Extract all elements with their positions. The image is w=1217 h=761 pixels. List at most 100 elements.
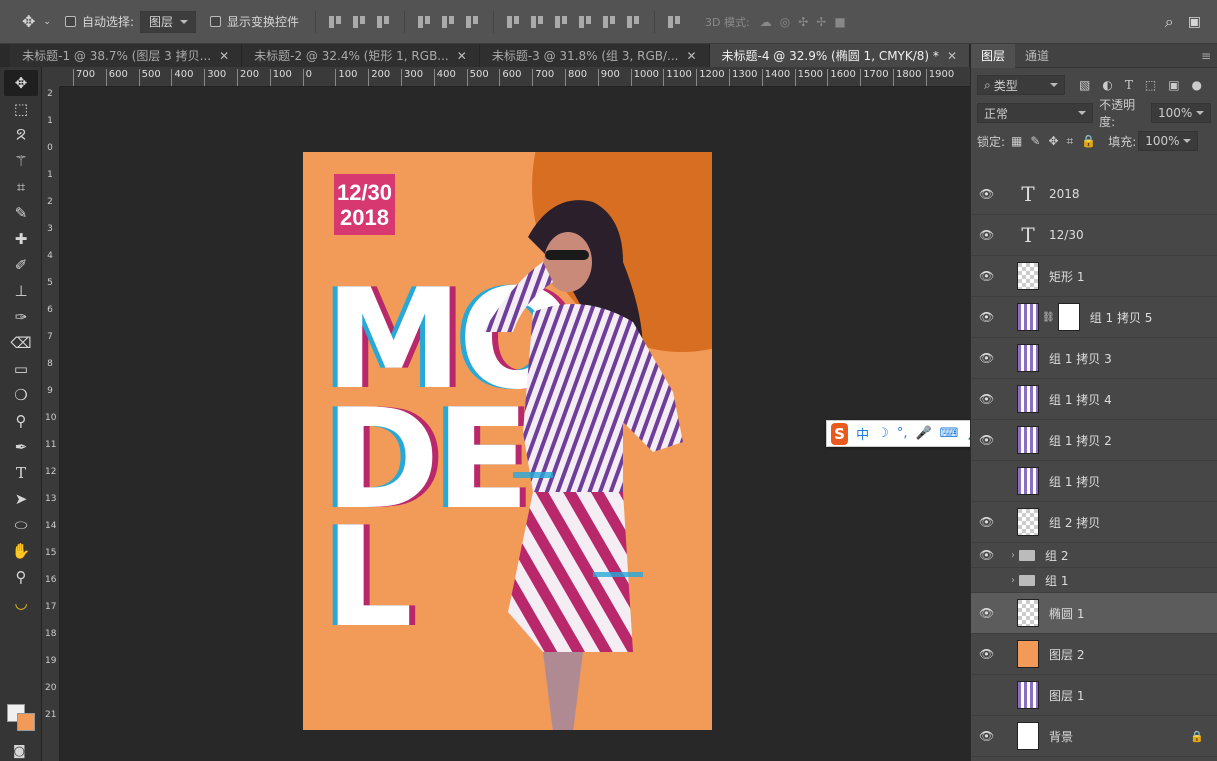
tab-channels[interactable]: 通道 [1015, 44, 1059, 68]
eye-icon[interactable]: 👁 [979, 269, 1001, 283]
keyboard-icon[interactable]: ⌨ [940, 426, 959, 441]
video-3d-icon[interactable]: ■ [834, 15, 845, 29]
magic-wand-tool[interactable]: ⚚ [4, 148, 38, 174]
history-brush-tool[interactable]: ✑ [4, 304, 38, 330]
eye-icon[interactable]: 👁 [979, 647, 1001, 661]
filter-adjustment-icon[interactable]: ◐ [1102, 78, 1112, 92]
zoom-tool[interactable]: ⚲ [4, 564, 38, 590]
lock-image-icon[interactable]: ✎ [1030, 134, 1040, 148]
align-top-icon[interactable] [327, 13, 345, 31]
path-select-tool[interactable]: ➤ [4, 486, 38, 512]
slide-3d-icon[interactable]: ✢ [816, 15, 826, 29]
filter-type-icon[interactable]: T [1125, 78, 1133, 92]
layer-row[interactable]: 👁 椭圆 1 [971, 593, 1217, 634]
lock-transparent-icon[interactable]: ▦ [1011, 134, 1022, 148]
layer-row[interactable]: 👁 组 1 拷贝 2 [971, 420, 1217, 461]
lasso-tool[interactable]: ᘝ [4, 122, 38, 148]
stamp-tool[interactable]: ⊥ [4, 278, 38, 304]
filter-pixel-icon[interactable]: ▧ [1079, 78, 1090, 92]
eye-icon[interactable]: 👁 [979, 392, 1001, 406]
distribute-hcenter-icon[interactable] [601, 13, 619, 31]
blur-tool[interactable]: ❍ [4, 382, 38, 408]
eye-icon[interactable]: 👁 [979, 474, 1001, 488]
filter-toggle-icon[interactable]: ● [1192, 78, 1202, 92]
lock-all-icon[interactable]: 🔒 [1081, 134, 1096, 148]
punctuation-icon[interactable]: °, [897, 426, 908, 441]
ime-chinese-toggle[interactable]: 中 [856, 424, 869, 443]
distribute-left-icon[interactable] [577, 13, 595, 31]
tab-doc-2[interactable]: 未标题-2 @ 32.4% (矩形 1, RGB... ✕ [242, 44, 480, 67]
lock-position-icon[interactable]: ✥ [1048, 134, 1058, 148]
brush-tool[interactable]: ✐ [4, 252, 38, 278]
chevron-right-icon[interactable]: › [1011, 575, 1015, 586]
background-color-swatch[interactable] [17, 713, 35, 731]
distribute-top-icon[interactable] [505, 13, 523, 31]
auto-select-dropdown[interactable]: 图层 [140, 10, 197, 33]
eye-icon[interactable]: 👁 [979, 351, 1001, 365]
eye-icon[interactable]: 👁 [979, 573, 1001, 587]
moon-icon[interactable]: ☽ [877, 426, 889, 441]
opacity-input[interactable]: 100% [1151, 103, 1211, 123]
crop-tool[interactable]: ⌗ [4, 174, 38, 200]
auto-select-toggle[interactable]: 自动选择: [64, 8, 134, 36]
layer-row[interactable]: 👁 组 1 拷贝 4 [971, 379, 1217, 420]
workspace-icon[interactable]: ▣ [1188, 14, 1201, 30]
sogou-logo-icon[interactable]: S [831, 422, 849, 445]
close-icon[interactable]: ✕ [686, 49, 696, 63]
move-tool-preset[interactable]: ✥ ⌄ [22, 8, 51, 36]
layer-row[interactable]: 👁 ⛓ 组 1 拷贝 5 [971, 297, 1217, 338]
gradient-tool[interactable]: ▭ [4, 356, 38, 382]
layer-mask-thumbnail[interactable] [1057, 303, 1080, 331]
layer-row[interactable]: 👁 图层 1 [971, 675, 1217, 716]
healing-tool[interactable]: ✚ [4, 226, 38, 252]
tab-layers[interactable]: 图层 [971, 43, 1016, 68]
close-icon[interactable]: ✕ [457, 49, 467, 63]
layer-row[interactable]: 👁 组 2 拷贝 [971, 502, 1217, 543]
layer-row[interactable]: 👁 矩形 1 [971, 256, 1217, 297]
banana-tool[interactable]: ◡ [4, 590, 38, 616]
filter-shape-icon[interactable]: ⬚ [1145, 78, 1156, 92]
eye-icon[interactable]: 👁 [979, 228, 1001, 242]
panel-menu-icon[interactable]: ≡ [1201, 49, 1211, 63]
quick-mask-icon[interactable]: ◙ [13, 744, 26, 759]
move-tool[interactable]: ✥ [4, 70, 38, 96]
close-icon[interactable]: ✕ [219, 49, 229, 63]
eraser-tool[interactable]: ⌫ [4, 330, 38, 356]
align-bottom-icon[interactable] [375, 13, 393, 31]
type-tool[interactable]: T [4, 460, 38, 486]
eye-icon[interactable]: 👁 [979, 310, 1001, 324]
blend-mode-dropdown[interactable]: 正常 [977, 103, 1094, 123]
roll-3d-icon[interactable]: ◎ [780, 15, 790, 29]
tab-doc-3[interactable]: 未标题-3 @ 31.8% (组 3, RGB/... ✕ [480, 44, 710, 67]
show-transform-checkbox[interactable] [210, 16, 222, 27]
align-right-icon[interactable] [464, 13, 482, 31]
distribute-vcenter-icon[interactable] [529, 13, 547, 31]
microphone-icon[interactable]: 🎤 [915, 426, 931, 441]
align-hcenter-icon[interactable] [440, 13, 458, 31]
dodge-tool[interactable]: ⚲ [4, 408, 38, 434]
close-icon[interactable]: ✕ [947, 49, 957, 63]
layer-row[interactable]: 👁 T 12/30 [971, 215, 1217, 256]
layer-row[interactable]: 👁 图层 2 [971, 634, 1217, 675]
eye-icon[interactable]: 👁 [979, 688, 1001, 702]
search-icon[interactable]: ⌕ [1165, 12, 1174, 32]
eye-icon[interactable]: 👁 [979, 548, 1001, 562]
link-icon[interactable]: ⛓ [1042, 312, 1055, 323]
layer-filter-dropdown[interactable]: ⌕ 类型 [977, 75, 1065, 95]
filter-smart-object-icon[interactable]: ▣ [1168, 78, 1179, 92]
eye-icon[interactable]: 👁 [979, 187, 1001, 201]
ellipse-tool[interactable]: ⬭ [4, 512, 38, 538]
eye-icon[interactable]: 👁 [979, 606, 1001, 620]
eye-icon[interactable]: 👁 [979, 729, 1001, 743]
layer-row[interactable]: 👁 组 1 拷贝 3 [971, 338, 1217, 379]
pan-3d-icon[interactable]: ✣ [798, 15, 808, 29]
layer-row[interactable]: 👁 组 1 拷贝 [971, 461, 1217, 502]
eyedropper-tool[interactable]: ✎ [4, 200, 38, 226]
align-left-icon[interactable] [416, 13, 434, 31]
eye-icon[interactable]: 👁 [979, 433, 1001, 447]
distribute-bottom-icon[interactable] [553, 13, 571, 31]
auto-align-icon[interactable] [666, 13, 684, 31]
lock-artboard-icon[interactable]: ⌗ [1067, 134, 1074, 149]
fill-input[interactable]: 100% [1138, 131, 1199, 151]
chevron-right-icon[interactable]: › [1011, 550, 1015, 561]
